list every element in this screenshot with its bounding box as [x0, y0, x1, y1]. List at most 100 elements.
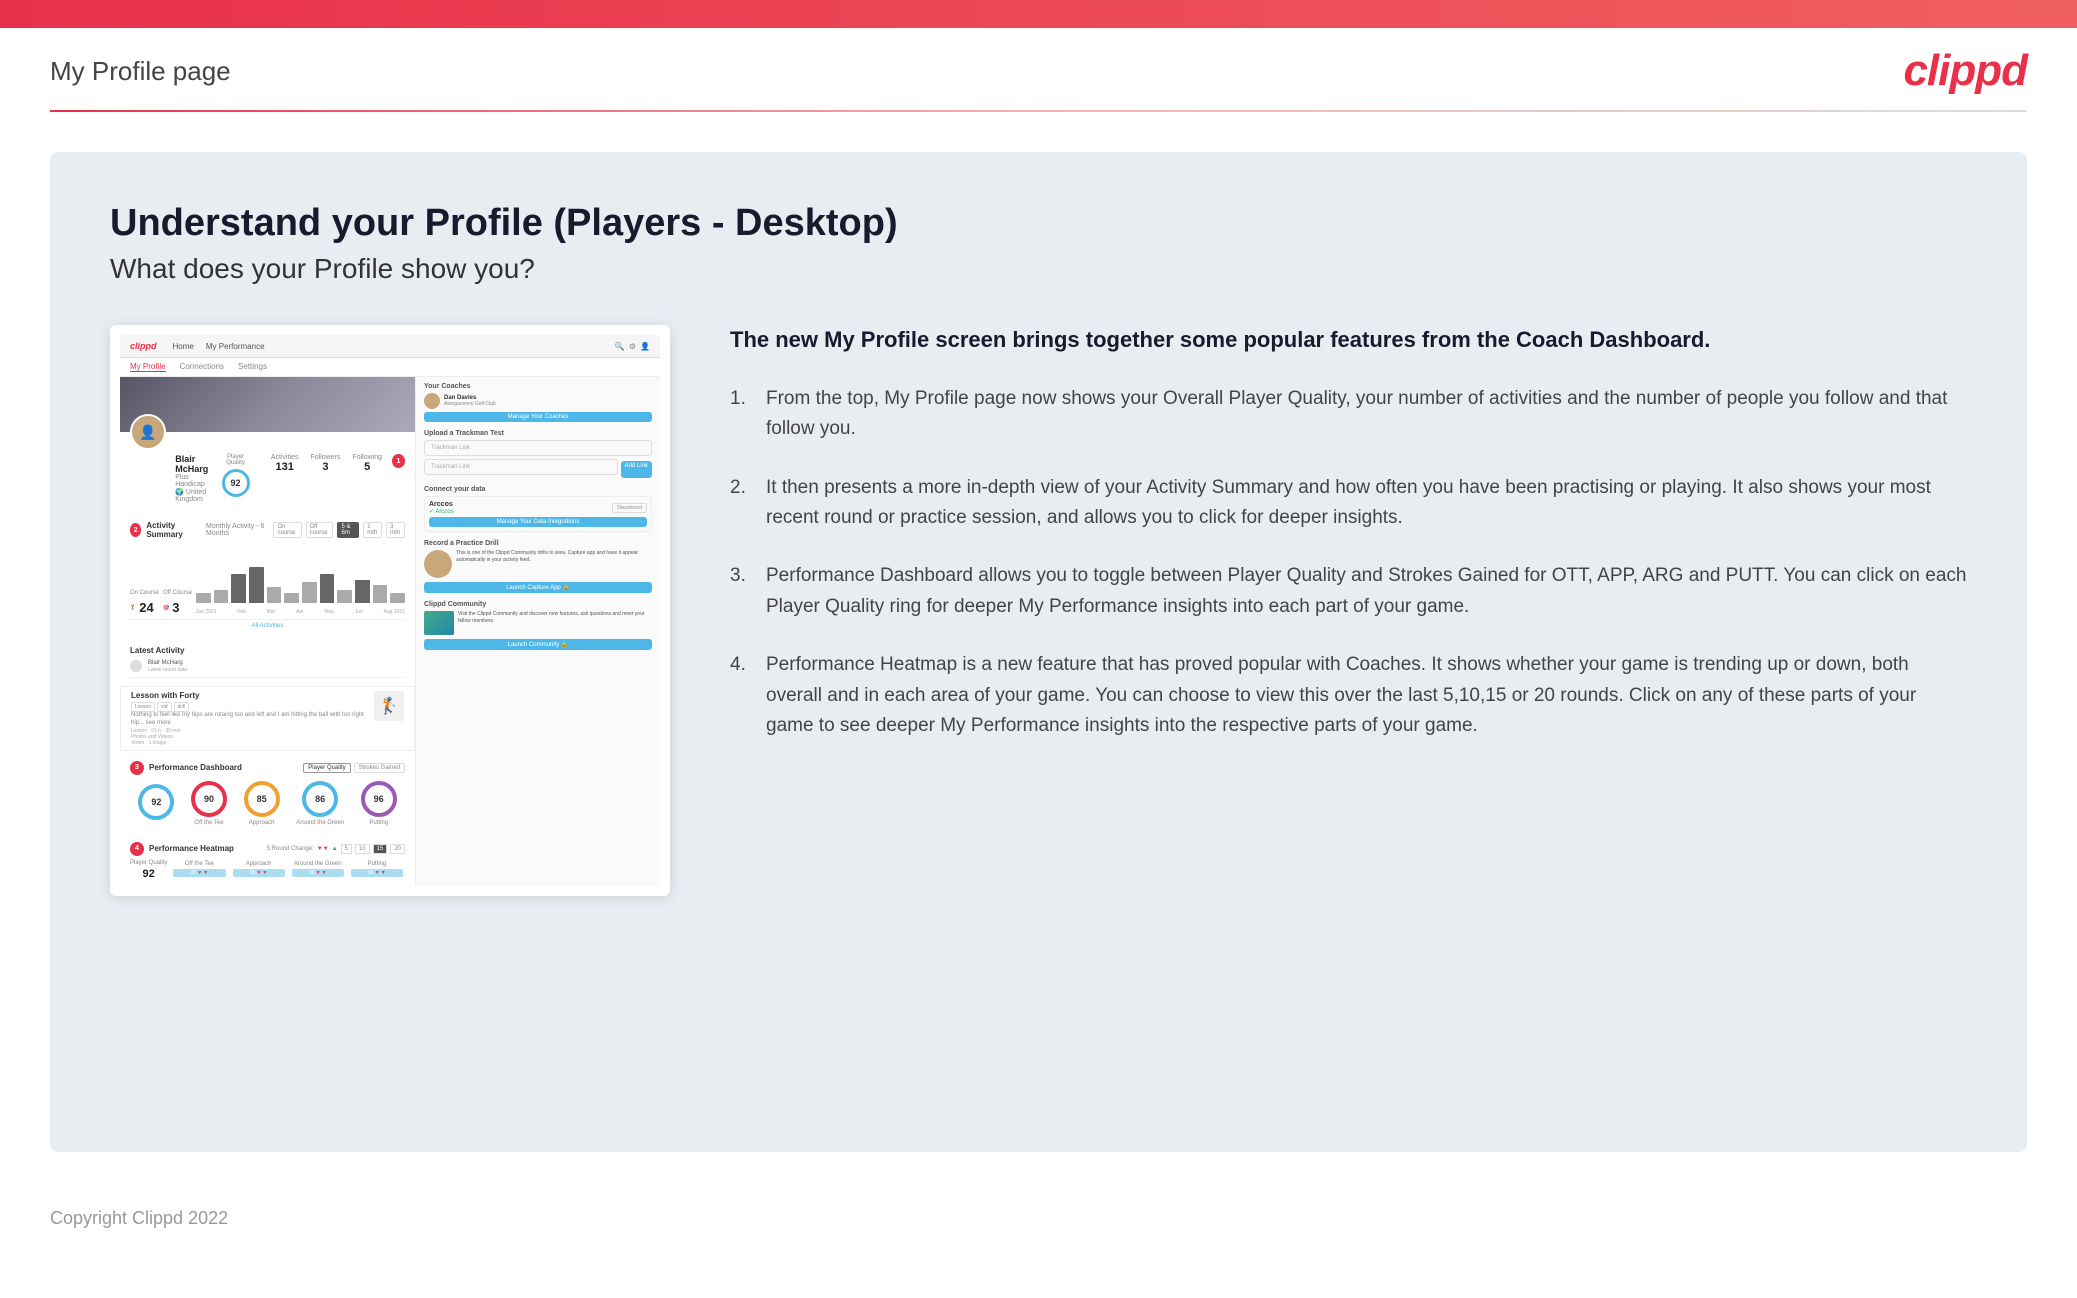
heatmap-putt: Putting 96 ▼ ▼ — [349, 861, 405, 879]
bar-5 — [267, 587, 282, 603]
chart-labels: Jan 2021FebMarAprMayJunAug 2021 — [196, 609, 405, 615]
app-mockup: clippd Home My Performance 🔍 ⚙ 👤 My Prof… — [110, 325, 670, 896]
toggle-off-course[interactable]: Off course — [306, 522, 334, 538]
right-intro: The new My Profile screen brings togethe… — [730, 325, 1967, 356]
header-divider — [50, 110, 2027, 112]
followers-stat: Followers 3 — [310, 454, 340, 473]
heatmap-bar-app: 85 ▼ ▼ — [233, 869, 285, 877]
launch-capture-btn[interactable]: Launch Capture App 🔒 — [424, 582, 652, 593]
trend-up-indicator: ▲ — [332, 846, 338, 852]
lesson-info: Lesson with Forty Lesson vid drill Nothi… — [131, 691, 368, 746]
manage-coaches-btn[interactable]: Manage Your Coaches — [424, 412, 652, 422]
page-subheading: What does your Profile show you? — [110, 253, 1967, 285]
drill-avatar — [424, 550, 452, 578]
trackman-add-btn[interactable]: Add Link — [621, 461, 652, 478]
subnav-settings: Settings — [238, 362, 267, 372]
content-grid: clippd Home My Performance 🔍 ⚙ 👤 My Prof… — [110, 325, 1967, 896]
lesson-desc: Nothing to feel like my hips are rotaing… — [131, 712, 368, 728]
launch-community-btn[interactable]: Launch Community 🔒 — [424, 639, 652, 650]
right-text-panel: The new My Profile screen brings togethe… — [730, 325, 1967, 769]
user-icon: 👤 — [640, 342, 650, 351]
bar-7 — [302, 582, 317, 603]
ring-ott: 90 Off the Tee — [191, 781, 227, 826]
main-content: Understand your Profile (Players - Deskt… — [50, 152, 2027, 1152]
toggle-5-6m[interactable]: 5 & 6m — [337, 522, 359, 538]
perf-toggle: Player Quality Strokes Gained — [303, 763, 405, 773]
toggle-3m[interactable]: 3 mth — [386, 522, 405, 538]
copyright: Copyright Clippd 2022 — [50, 1208, 228, 1228]
subnav-connections: Connections — [180, 362, 224, 372]
connect-app-name: Arccos — [429, 501, 454, 508]
community-section: Clippd Community Visit the Clippd Commun… — [424, 601, 652, 650]
badge-1: 1 — [392, 454, 405, 468]
community-item: Visit the Clippd Community and discover … — [424, 611, 652, 635]
following-stat: Following 5 — [352, 454, 382, 473]
player-location: 🌍 United Kingdom — [175, 488, 208, 503]
bar-12 — [390, 593, 405, 603]
feature-item-4: Performance Heatmap is a new feature tha… — [730, 650, 1967, 741]
community-text: Visit the Clippd Community and discover … — [458, 611, 652, 625]
disconnect-btn[interactable]: Disconnect — [612, 503, 647, 513]
connect-status: ✓ Arccos — [429, 508, 454, 515]
perf-btn-strokes[interactable]: Strokes Gained — [354, 763, 405, 773]
trackman-link-field[interactable]: Trackman Link — [424, 459, 618, 475]
toggle-1m[interactable]: 1 mth — [363, 522, 382, 538]
round-btn-10[interactable]: 10 — [355, 844, 370, 854]
feature-item-2: It then presents a more in-depth view of… — [730, 473, 1967, 534]
browser-icons: 🔍 ⚙ 👤 — [615, 342, 650, 351]
logo: clippd — [1903, 46, 2027, 96]
ring-arg: 86 Around the Green — [296, 781, 344, 826]
browser-subnav: My Profile Connections Settings — [120, 358, 660, 377]
bar-6 — [284, 593, 299, 603]
lesson-card: Lesson with Forty Lesson vid drill Nothi… — [120, 686, 415, 751]
activity-icon — [130, 660, 142, 672]
performance-dashboard: 3 Performance Dashboard Player Quality S… — [120, 755, 415, 832]
header: My Profile page clippd — [0, 28, 2077, 110]
connect-section: Connect your data Arccos ✓ Arccos Discon… — [424, 486, 652, 532]
feature-text-4: Performance Heatmap is a new feature tha… — [766, 650, 1967, 741]
manage-integrations-btn[interactable]: Manage Your Data Integrations — [429, 517, 647, 527]
profile-banner: 👤 — [120, 377, 415, 432]
all-activities-btn[interactable]: All Activities — [130, 619, 405, 632]
bar-2 — [214, 590, 229, 603]
lesson-tags: Lesson vid drill — [131, 702, 368, 712]
lesson-image: 🏌️ — [374, 691, 404, 721]
mockup-left-panel: 👤 Blair McHarg Plus Handicap 🌍 United Ki… — [120, 377, 415, 886]
coach-item: Dan Davies Abergavenny Golf Club — [424, 393, 652, 409]
feature-item-1: From the top, My Profile page now shows … — [730, 384, 1967, 445]
heatmap-bar-ott: 90 ▼ ▼ — [173, 869, 225, 877]
profile-name-block: Blair McHarg Plus Handicap 🌍 United King… — [175, 454, 208, 503]
top-bar — [0, 0, 2077, 28]
round-btn-5[interactable]: 5 — [341, 844, 352, 854]
feature-item-3: Performance Dashboard allows you to togg… — [730, 561, 1967, 622]
round-btn-20[interactable]: 20 — [390, 844, 405, 854]
tag-vid: vid — [157, 702, 171, 712]
ring-putt: 96 Putting — [361, 781, 397, 826]
heatmap-bar-putt: 96 ▼ ▼ — [351, 869, 403, 877]
latest-activity-section: Latest Activity Blair McHarg Latest roun… — [120, 642, 415, 682]
coach-club: Abergavenny Golf Club — [444, 401, 496, 407]
on-course-count: 24 — [139, 600, 153, 615]
round-btn-15[interactable]: 15 — [373, 844, 388, 854]
mockup-right-panel: Your Coaches Dan Davies Abergavenny Golf… — [415, 377, 660, 886]
drill-text: This is one of the Clippd Community dril… — [456, 550, 652, 564]
activity-text: Blair McHarg — [148, 659, 187, 667]
bar-8 — [320, 574, 335, 603]
trackman-input: Trackman Link — [424, 440, 652, 456]
profile-avatar-wrap: 👤 — [130, 414, 166, 450]
heatmap-arg: Around the Green 86 ▼ ▼ — [290, 861, 346, 879]
badge-3: 3 — [130, 761, 144, 775]
mockup-body: 👤 Blair McHarg Plus Handicap 🌍 United Ki… — [120, 377, 660, 886]
feature-text-2: It then presents a more in-depth view of… — [766, 473, 1967, 534]
toggle-on-course[interactable]: On course — [273, 522, 301, 538]
search-icon: 🔍 — [615, 342, 625, 351]
feature-text-3: Performance Dashboard allows you to togg… — [766, 561, 1967, 622]
features-list: From the top, My Profile page now shows … — [730, 384, 1967, 742]
perf-btn-quality[interactable]: Player Quality — [303, 763, 350, 773]
perf-rings: 92 90 Off the Tee 85 Approach — [130, 781, 405, 826]
page-title: My Profile page — [50, 56, 231, 87]
practice-drill-section: Record a Practice Drill This is one of t… — [424, 540, 652, 593]
tag-lesson: Lesson — [131, 702, 155, 712]
heatmap-app: Approach 85 ▼ ▼ — [231, 861, 287, 879]
badge-2: 2 — [130, 523, 141, 537]
